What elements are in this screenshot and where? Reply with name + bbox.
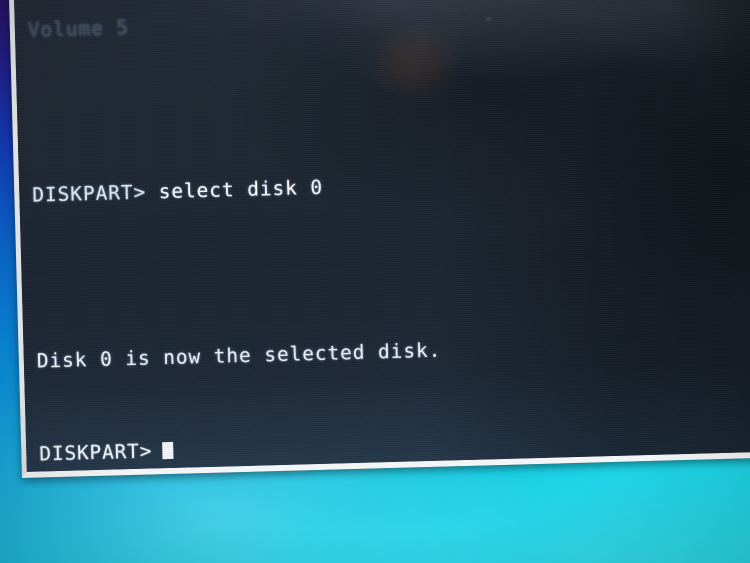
prompt-label: DISKPART> xyxy=(32,180,147,207)
screenshot-root: Volume 5 - DISKPART> select disk 0 Disk … xyxy=(0,0,750,563)
diskpart-console-window[interactable]: Volume 5 - DISKPART> select disk 0 Disk … xyxy=(8,0,750,478)
command-line-select-disk: DISKPART> select disk 0 xyxy=(32,164,750,208)
command-text: select disk 0 xyxy=(145,176,324,204)
prompt-label: DISKPART> xyxy=(39,439,153,466)
text-cursor xyxy=(161,441,174,460)
console-output-area: Volume 5 - DISKPART> select disk 0 Disk … xyxy=(26,0,750,472)
scrollback-partial-line: Volume 5 - xyxy=(27,6,496,42)
active-command-prompt[interactable]: DISKPART> xyxy=(39,439,174,466)
output-line-disk-selected: Disk 0 is now the selected disk. xyxy=(36,338,442,373)
